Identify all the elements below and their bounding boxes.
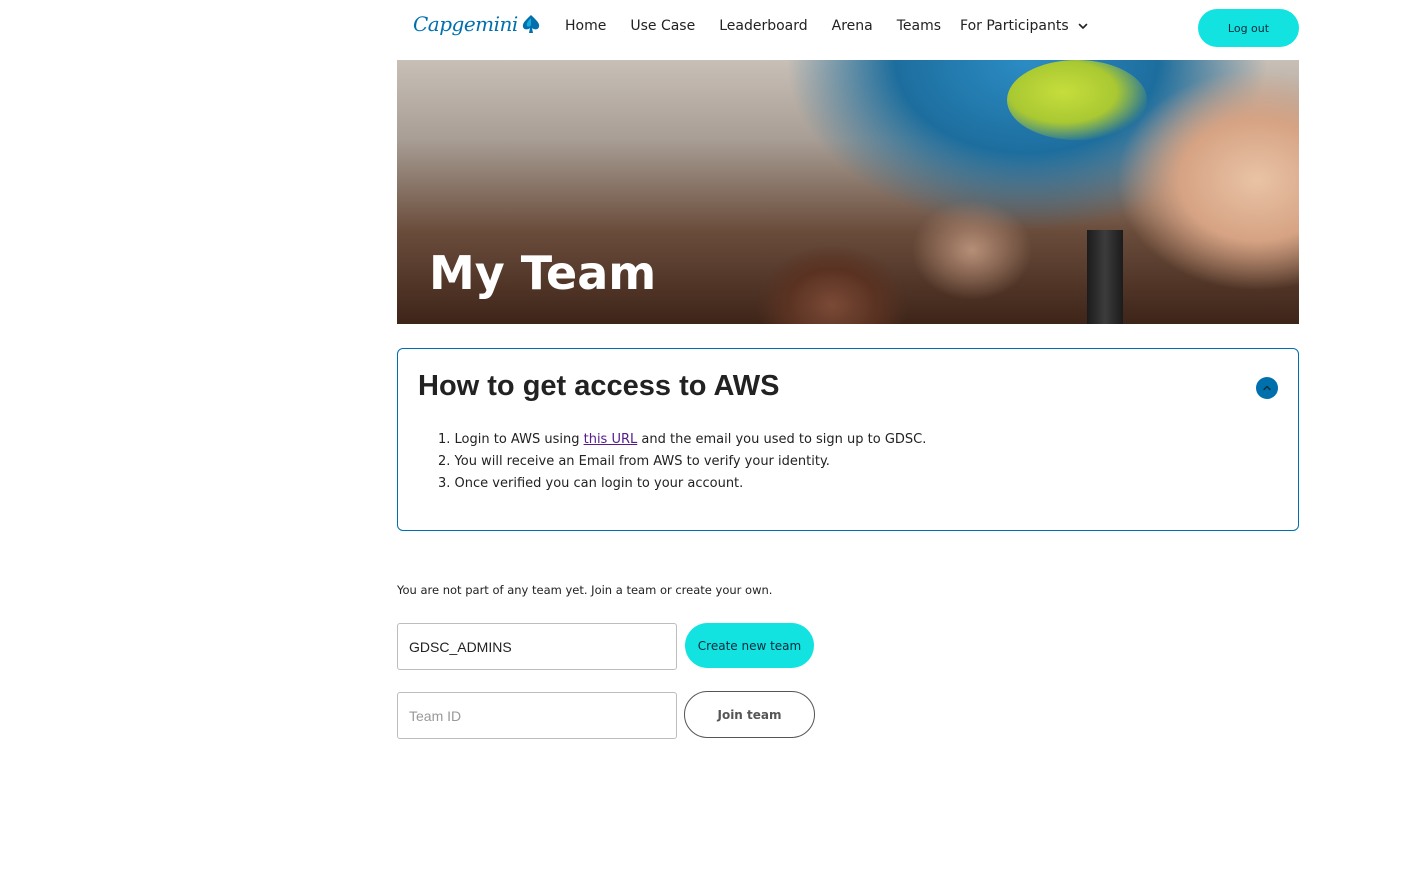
aws-steps-list: 1. Login to AWS using this URL and the e… <box>438 429 926 495</box>
no-team-info-text: You are not part of any team yet. Join a… <box>397 583 773 597</box>
logo-text: Capgemini <box>413 12 518 36</box>
nav-arena[interactable]: Arena <box>832 18 873 34</box>
step-text: Login to AWS using <box>454 432 584 447</box>
logout-button[interactable]: Log out <box>1198 9 1299 47</box>
hero-image-globe <box>1007 60 1147 140</box>
hero-banner: My Team <box>397 60 1299 324</box>
step-text: and the email you used to sign up to GDS… <box>637 432 927 447</box>
list-item: 2. You will receive an Email from AWS to… <box>438 451 926 473</box>
step-number: 3. <box>438 476 451 491</box>
dropdown-label: For Participants <box>960 18 1069 34</box>
step-text: You will receive an Email from AWS to ve… <box>454 454 830 469</box>
team-id-input[interactable] <box>397 692 677 739</box>
list-item: 3. Once verified you can login to your a… <box>438 473 926 495</box>
step-number: 1. <box>438 432 451 447</box>
accordion-title[interactable]: How to get access to AWS <box>418 370 780 403</box>
nav-use-case[interactable]: Use Case <box>630 18 695 34</box>
step-number: 2. <box>438 454 451 469</box>
accordion-collapse-toggle[interactable] <box>1256 377 1278 399</box>
spade-logo-icon <box>522 15 539 33</box>
nav-for-participants-dropdown[interactable]: For Participants <box>960 18 1089 34</box>
create-team-button[interactable]: Create new team <box>685 623 814 668</box>
chevron-up-icon <box>1263 385 1271 391</box>
nav-leaderboard[interactable]: Leaderboard <box>719 18 807 34</box>
main-nav: Home Use Case Leaderboard Arena Teams Fo… <box>565 18 1113 34</box>
step-text: Once verified you can login to your acco… <box>454 476 744 491</box>
aws-access-accordion: How to get access to AWS 1. Login to AWS… <box>397 348 1299 531</box>
chevron-down-icon <box>1078 23 1087 29</box>
hero-image-globe-stand <box>1087 230 1123 324</box>
list-item: 1. Login to AWS using this URL and the e… <box>438 429 926 451</box>
join-team-button[interactable]: Join team <box>684 691 815 738</box>
top-navbar: Capgemini Home Use Case Leaderboard Aren… <box>397 0 1299 60</box>
aws-url-link[interactable]: this URL <box>584 432 638 447</box>
nav-home[interactable]: Home <box>565 18 606 34</box>
capgemini-logo[interactable]: Capgemini <box>413 12 542 36</box>
nav-teams[interactable]: Teams <box>897 18 941 34</box>
page-title: My Team <box>429 246 657 300</box>
team-name-input[interactable] <box>397 623 677 670</box>
